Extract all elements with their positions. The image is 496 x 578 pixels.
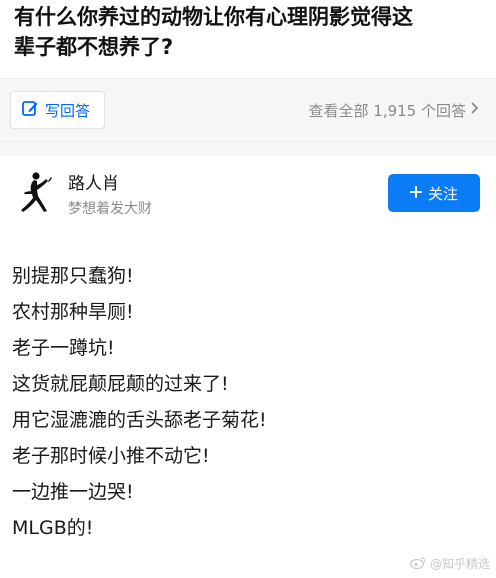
chevron-right-icon <box>470 101 480 119</box>
author-card: 路人肖 梦想着发大财 关注 <box>0 156 496 222</box>
section-divider <box>0 142 496 156</box>
answer-line: MLGB的! <box>12 517 94 539</box>
weibo-icon <box>409 556 426 572</box>
write-answer-button[interactable]: 写回答 <box>10 91 106 129</box>
answer-line: 一边推一边哭! <box>12 481 134 503</box>
answer-line: 这货就屁颠屁颠的过来了! <box>12 373 229 395</box>
jumpman-logo <box>21 172 52 212</box>
view-all-answers-link[interactable]: 查看全部 1,915 个回答 <box>309 100 486 121</box>
watermark: @知乎精选 <box>409 555 490 572</box>
plus-icon <box>409 184 422 202</box>
answer-body: 别提那只蠢狗! 农村那种旱厕! 老子一蹲坑! 这货就屁颠屁颠的过来了! 用它湿漉… <box>0 222 496 546</box>
view-all-label: 查看全部 1,915 个回答 <box>308 101 466 120</box>
edit-icon <box>21 99 39 121</box>
question-title-line-2: 辈子都不想养了? <box>14 35 174 59</box>
follow-button[interactable]: 关注 <box>388 174 480 212</box>
write-answer-label: 写回答 <box>45 101 91 120</box>
author-info: 路人肖 梦想着发大财 <box>68 169 388 218</box>
author-bio: 梦想着发大财 <box>68 200 152 217</box>
avatar[interactable] <box>10 169 58 217</box>
answer-line: 用它湿漉漉的舌头舔老子菊花! <box>12 409 267 431</box>
answer-action-bar: 写回答 查看全部 1,915 个回答 <box>0 78 496 142</box>
answer-line: 别提那只蠢狗! <box>12 265 134 287</box>
question-title: 有什么你养过的动物让你有心理阴影觉得这 辈子都不想养了? <box>0 0 496 78</box>
answer-line: 老子那时候小推不动它! <box>12 445 210 467</box>
author-name[interactable]: 路人肖 <box>68 169 388 194</box>
follow-label: 关注 <box>427 184 458 203</box>
answer-line: 农村那种旱厕! <box>12 301 134 323</box>
watermark-text: @知乎精选 <box>429 557 490 571</box>
question-title-line-1: 有什么你养过的动物让你有心理阴影觉得这 <box>14 5 413 29</box>
answer-line: 老子一蹲坑! <box>12 337 115 359</box>
